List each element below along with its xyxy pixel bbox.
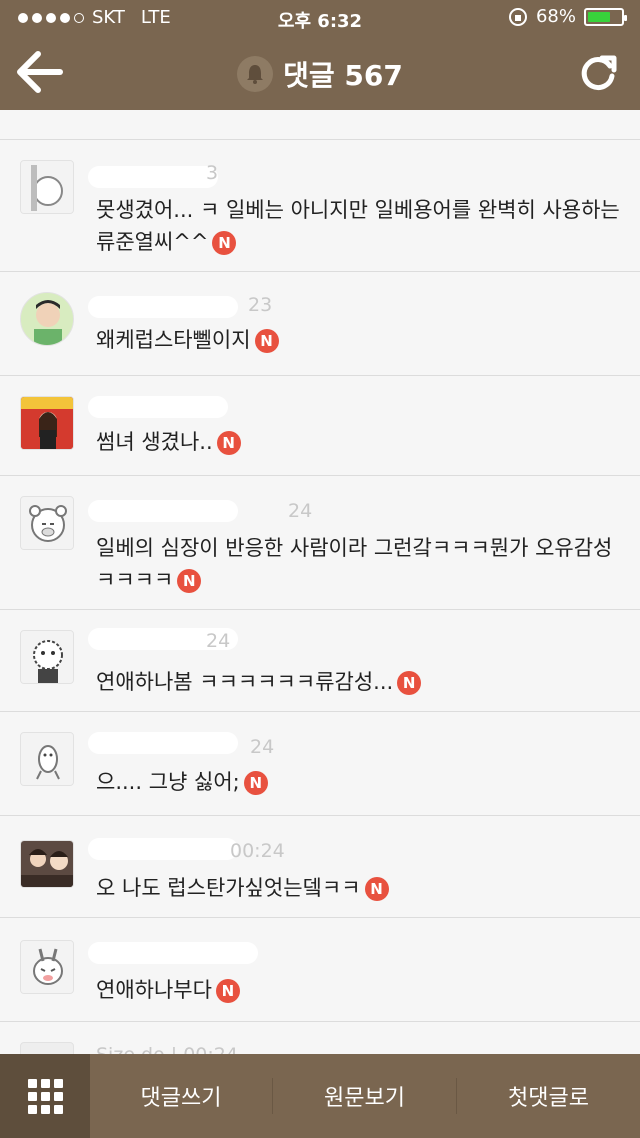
redacted-name: [88, 166, 218, 188]
redacted-name: [88, 296, 238, 318]
avatar[interactable]: [20, 496, 74, 550]
avatar[interactable]: [20, 1042, 74, 1054]
comment-text: 못생겼어... ㅋ 일베는 아니지만 일베용어를 완벽히 사용하는 류준열씨^^…: [96, 198, 620, 255]
new-badge: N: [212, 231, 237, 255]
header: SKT LTE 오후 6:32 68% 댓글 567: [0, 0, 640, 110]
view-original-button[interactable]: 원문보기: [273, 1054, 456, 1138]
partial-comment-row: [0, 110, 640, 140]
comment-list[interactable]: 3 못생겼어... ㅋ 일베는 아니지만 일베용어를 완벽히 사용하는 류준열씨…: [0, 110, 640, 1054]
avatar[interactable]: [20, 940, 74, 994]
comment-meta: Size.do | 00:24: [96, 1044, 238, 1054]
refresh-icon: [581, 55, 617, 91]
comment-meta: 23: [248, 294, 273, 316]
comment-meta: 00:24: [230, 840, 285, 862]
comment-row[interactable]: 24 일베의 심장이 반응한 사람이라 그런갘ㅋㅋㅋ뭔가 오유감성ㅋㅋㅋㅋ N: [0, 476, 640, 610]
nav-bar: 댓글 567: [0, 36, 640, 110]
comment-row[interactable]: Size.do | 00:24: [0, 1022, 640, 1054]
comment-text: 왜케럽스타뻴이지 N: [96, 324, 620, 356]
avatar[interactable]: [20, 840, 74, 888]
redacted-name: [88, 500, 238, 522]
comment-text: 으.... 그냥 싫어; N: [96, 766, 620, 798]
redacted-name: [88, 838, 238, 860]
comment-meta: 24: [250, 736, 275, 758]
comment-row[interactable]: 썸녀 생겼나.. N: [0, 376, 640, 476]
grid-icon: [27, 1078, 63, 1114]
comment-meta: 24: [288, 500, 313, 522]
status-bar: SKT LTE 오후 6:32 68%: [0, 0, 640, 36]
write-comment-button[interactable]: 댓글쓰기: [90, 1054, 272, 1138]
comments-screen: SKT LTE 오후 6:32 68% 댓글 567 3 못생겼어... ㅋ 일…: [0, 0, 640, 1138]
new-badge: N: [364, 877, 389, 901]
avatar[interactable]: [20, 396, 74, 450]
redacted-name: [88, 942, 258, 964]
refresh-button[interactable]: [574, 46, 622, 96]
redacted-name: [88, 396, 228, 418]
avatar[interactable]: [20, 160, 74, 214]
comment-meta: 24: [206, 630, 231, 652]
comment-text: 일베의 심장이 반응한 사람이라 그런갘ㅋㅋㅋ뭔가 오유감성ㅋㅋㅋㅋ N: [96, 536, 613, 593]
first-comment-button[interactable]: 첫댓글로: [457, 1054, 640, 1138]
battery-percent: 68%: [535, 6, 576, 27]
bell-icon: [247, 65, 264, 84]
comment-text: 연애하나부다 N: [96, 974, 620, 1006]
menu-grid-button[interactable]: [0, 1054, 90, 1138]
page-title: 댓글 567: [283, 59, 403, 92]
new-badge: N: [254, 329, 279, 353]
avatar[interactable]: [20, 292, 74, 346]
comment-row[interactable]: 24 연애하나봄 ㅋㅋㅋㅋㅋㅋ류감성... N: [0, 610, 640, 712]
status-right: 68%: [508, 6, 627, 27]
comment-row[interactable]: 23 왜케럽스타뻴이지 N: [0, 272, 640, 376]
new-badge: N: [216, 431, 241, 455]
avatar[interactable]: [20, 732, 74, 786]
comment-text: 썸녀 생겼나.. N: [96, 426, 620, 458]
new-badge: N: [215, 979, 240, 1003]
battery-icon: [584, 7, 627, 26]
comment-meta: 3: [206, 162, 219, 184]
comment-row[interactable]: 연애하나부다 N: [0, 918, 640, 1022]
comment-row[interactable]: 3 못생겼어... ㅋ 일베는 아니지만 일베용어를 완벽히 사용하는 류준열씨…: [0, 140, 640, 272]
new-badge: N: [397, 671, 422, 695]
comment-text: 오 나도 럽스탄가싶엇는뎈ㅋㅋ N: [96, 872, 620, 904]
redacted-name: [88, 732, 238, 754]
new-badge: N: [243, 771, 268, 795]
avatar[interactable]: [20, 630, 74, 684]
title-group: 댓글 567: [0, 54, 640, 94]
rotation-lock-icon: [508, 7, 527, 26]
comment-row[interactable]: 00:24 오 나도 럽스탄가싶엇는뎈ㅋㅋ N: [0, 816, 640, 918]
comment-text: 연애하나봄 ㅋㅋㅋㅋㅋㅋ류감성... N: [96, 666, 620, 698]
new-badge: N: [177, 569, 202, 593]
comment-row[interactable]: 24 으.... 그냥 싫어; N: [0, 712, 640, 816]
bell-button[interactable]: [237, 56, 274, 92]
bottom-toolbar: 댓글쓰기 원문보기 첫댓글로: [0, 1054, 640, 1138]
